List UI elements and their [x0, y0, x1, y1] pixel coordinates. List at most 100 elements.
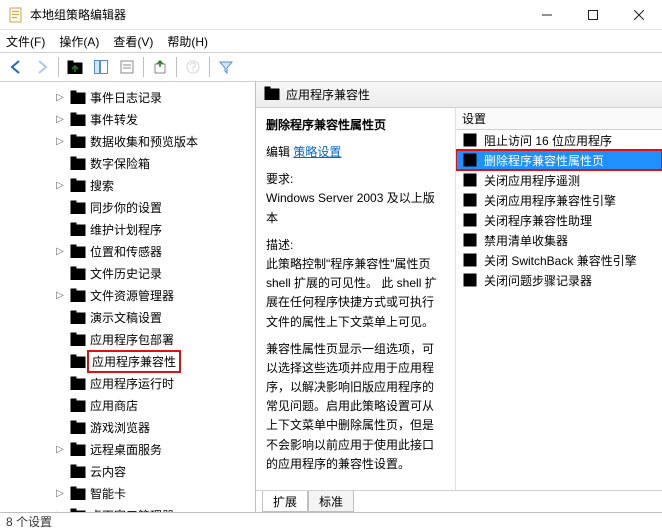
tree-item-label: 事件日志记录: [90, 89, 162, 106]
list-item[interactable]: 关闭程序兼容性助理: [456, 210, 662, 230]
tree-item[interactable]: 应用商店: [0, 394, 255, 416]
content-header: 应用程序兼容性: [256, 82, 662, 108]
tree: ▷ 事件日志记录 ▷事件转发▷数据收集和预览版本数字保险箱▷搜索同步你的设置维护计划…: [0, 82, 255, 512]
tree-item[interactable]: ▷ 文件资源管理器: [0, 284, 255, 306]
forward-button[interactable]: [30, 55, 54, 79]
tree-item[interactable]: ▷数据收集和预览版本: [0, 130, 255, 152]
tree-item[interactable]: ▷桌面窗口管理器: [0, 504, 255, 512]
folder-icon: [70, 464, 86, 478]
tree-item-label: 智能卡: [90, 485, 126, 502]
tree-item[interactable]: ▷事件转发: [0, 108, 255, 130]
titlebar: 本地组策略编辑器: [0, 0, 662, 30]
chevron-right-icon[interactable]: ▷: [54, 92, 66, 103]
tree-item-label: 远程桌面服务: [90, 441, 162, 458]
folder-icon: [70, 486, 86, 500]
export-button[interactable]: [148, 55, 172, 79]
folder-icon: [70, 266, 86, 280]
list-item[interactable]: 阻止访问 16 位应用程序: [456, 130, 662, 150]
up-button[interactable]: [63, 55, 87, 79]
requirement-value: Windows Server 2003 及以上版本: [266, 191, 435, 224]
list-item-label: 关闭程序兼容性助理: [484, 212, 592, 229]
chevron-right-icon[interactable]: ▷: [54, 136, 66, 147]
tree-item[interactable]: 维护计划程序: [0, 218, 255, 240]
tree-item-label: 同步你的设置: [90, 199, 162, 216]
tree-item-label: 应用程序运行时: [90, 375, 174, 392]
tree-item[interactable]: 应用程序包部署: [0, 328, 255, 350]
tree-item[interactable]: ▷搜索: [0, 174, 255, 196]
folder-icon: [70, 442, 86, 456]
folder-icon: [70, 178, 86, 192]
list-item[interactable]: 关闭应用程序兼容性引擎: [456, 190, 662, 210]
list-item[interactable]: 关闭问题步骤记录器: [456, 270, 662, 290]
chevron-right-icon[interactable]: ▷: [54, 510, 66, 513]
tree-item[interactable]: 同步你的设置: [0, 196, 255, 218]
menu-file[interactable]: 文件(F): [6, 33, 45, 50]
separator: [209, 57, 210, 77]
close-button[interactable]: [616, 0, 662, 30]
back-button[interactable]: [4, 55, 28, 79]
policy-icon: [462, 252, 478, 268]
filter-button[interactable]: [214, 55, 238, 79]
menu-view[interactable]: 查看(V): [113, 33, 153, 50]
list-item-label: 关闭问题步骤记录器: [484, 272, 592, 289]
window-title: 本地组策略编辑器: [30, 6, 524, 23]
show-hide-tree-button[interactable]: [89, 55, 113, 79]
status-text: 8 个设置: [6, 513, 52, 530]
menu-help[interactable]: 帮助(H): [167, 33, 208, 50]
tree-item[interactable]: ▷ 远程桌面服务: [0, 438, 255, 460]
list-item-label: 关闭应用程序遥测: [484, 172, 580, 189]
tree-item[interactable]: ▷ 事件日志记录: [0, 86, 255, 108]
minimize-button[interactable]: [524, 0, 570, 30]
list-item[interactable]: 关闭 SwitchBack 兼容性引擎: [456, 250, 662, 270]
maximize-button[interactable]: [570, 0, 616, 30]
list-column-label: 设置: [462, 110, 486, 127]
policy-icon: [462, 152, 478, 168]
chevron-right-icon[interactable]: ▷: [54, 290, 66, 301]
properties-button[interactable]: [115, 55, 139, 79]
tree-item[interactable]: 云内容: [0, 460, 255, 482]
list-column-header[interactable]: 设置: [456, 108, 662, 130]
folder-icon: [70, 90, 86, 104]
tab-extended[interactable]: 扩展: [262, 491, 308, 512]
list-item[interactable]: 关闭应用程序遥测: [456, 170, 662, 190]
tree-item[interactable]: 应用程序运行时: [0, 372, 255, 394]
toolbar: ?: [0, 52, 662, 82]
policy-icon: [462, 172, 478, 188]
tree-item[interactable]: 文件历史记录: [0, 262, 255, 284]
chevron-right-icon[interactable]: ▷: [54, 246, 66, 257]
list-item[interactable]: 删除程序兼容性属性页: [456, 150, 662, 170]
tree-item-label: 演示文稿设置: [90, 309, 162, 326]
list-item[interactable]: 禁用清单收集器: [456, 230, 662, 250]
folder-icon: [70, 288, 86, 302]
folder-icon: [70, 134, 86, 148]
chevron-right-icon[interactable]: ▷: [54, 488, 66, 499]
tree-scroll[interactable]: ▷ 事件日志记录 ▷事件转发▷数据收集和预览版本数字保险箱▷搜索同步你的设置维护计划…: [0, 82, 255, 512]
tree-item-label: 文件资源管理器: [90, 287, 174, 304]
tree-item[interactable]: ▷位置和传感器: [0, 240, 255, 262]
tree-item-label: 维护计划程序: [90, 221, 162, 238]
tree-item-label: 文件历史记录: [90, 265, 162, 282]
statusbar: 8 个设置: [0, 512, 662, 530]
list-item-label: 删除程序兼容性属性页: [484, 152, 604, 169]
list-item-label: 禁用清单收集器: [484, 232, 568, 249]
menu-action[interactable]: 操作(A): [59, 33, 99, 50]
chevron-right-icon[interactable]: ▷: [54, 180, 66, 191]
list-item-label: 阻止访问 16 位应用程序: [484, 132, 612, 149]
tree-item[interactable]: 游戏浏览器: [0, 416, 255, 438]
policy-icon: [462, 132, 478, 148]
folder-icon: [70, 200, 86, 214]
tree-item-label: 应用程序包部署: [90, 331, 174, 348]
edit-label: 编辑: [266, 145, 290, 159]
tree-item[interactable]: ▷ 智能卡: [0, 482, 255, 504]
edit-policy-link[interactable]: 策略设置: [293, 145, 341, 159]
tab-standard[interactable]: 标准: [308, 491, 354, 512]
policy-icon: [462, 192, 478, 208]
tree-item[interactable]: 数字保险箱: [0, 152, 255, 174]
help-button[interactable]: ?: [181, 55, 205, 79]
chevron-right-icon[interactable]: ▷: [54, 114, 66, 125]
chevron-right-icon[interactable]: ▷: [54, 444, 66, 455]
tree-item[interactable]: 演示文稿设置: [0, 306, 255, 328]
policy-list: 设置 阻止访问 16 位应用程序删除程序兼容性属性页关闭应用程序遥测关闭应用程序…: [456, 108, 662, 490]
policy-icon: [462, 232, 478, 248]
tree-item[interactable]: 应用程序兼容性: [0, 350, 255, 372]
